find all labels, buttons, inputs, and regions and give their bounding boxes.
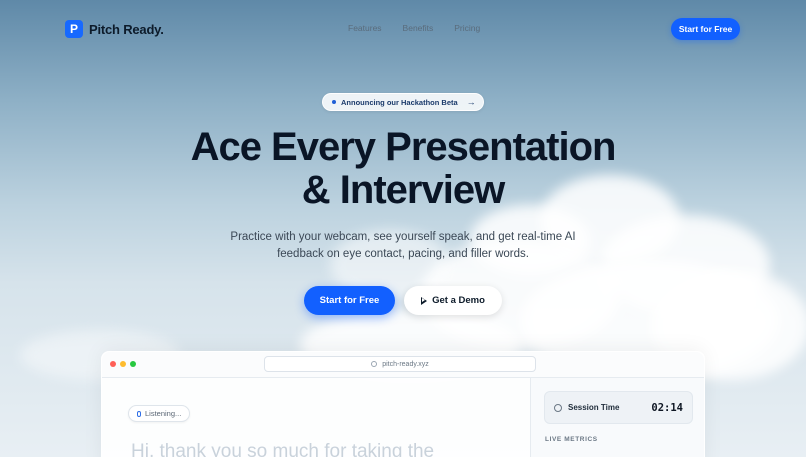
hero-actions: Start for Free Get a Demo <box>304 286 502 315</box>
announcement-dot-icon <box>332 100 336 104</box>
listening-text: Listening... <box>145 409 182 418</box>
app-preview-window: pitch-ready.xyz Listening... Hi, thank y… <box>101 351 705 457</box>
url-text: pitch-ready.xyz <box>382 360 429 368</box>
listening-badge: Listening... <box>128 405 191 422</box>
nav-link-pricing[interactable]: Pricing <box>454 23 480 33</box>
window-titlebar: pitch-ready.xyz <box>102 352 704 378</box>
get-demo-button[interactable]: Get a Demo <box>404 286 502 315</box>
nav-link-benefits[interactable]: Benefits <box>403 23 434 33</box>
close-dot-icon <box>110 361 116 367</box>
top-nav: P Pitch Ready. Features Benefits Pricing… <box>0 0 806 58</box>
hero-title-line-1: Ace Every Presentation <box>190 125 617 169</box>
minimize-dot-icon <box>120 361 126 367</box>
announcement-text: Announcing our Hackathon Beta <box>341 97 458 107</box>
globe-icon <box>371 361 378 367</box>
arrow-right-icon: → <box>466 97 476 107</box>
play-icon <box>421 296 428 305</box>
window-body: Listening... Hi, thank you so much for t… <box>102 378 704 457</box>
window-controls <box>110 361 136 367</box>
transcript-text: Hi, thank you so much for taking the <box>131 441 435 457</box>
nav-link-features[interactable]: Features <box>348 23 382 33</box>
hero-start-free-button[interactable]: Start for Free <box>304 286 395 315</box>
brand-logo-icon: P <box>65 20 83 38</box>
transcript-pane: Listening... Hi, thank you so much for t… <box>102 378 530 457</box>
mic-icon <box>137 410 141 417</box>
url-bar[interactable]: pitch-ready.xyz <box>264 356 536 372</box>
brand-name: Pitch Ready. <box>89 21 164 37</box>
announcement-pill[interactable]: Announcing our Hackathon Beta → <box>322 93 484 111</box>
session-time-value: 02:14 <box>651 401 683 414</box>
get-demo-label: Get a Demo <box>432 295 485 306</box>
hero-title-line-2: & Interview <box>301 168 505 212</box>
session-time-card: Session Time 02:14 <box>544 391 693 424</box>
live-metrics-label: LIVE METRICS <box>545 436 598 443</box>
brand[interactable]: P Pitch Ready. <box>65 20 164 38</box>
nav-start-free-button[interactable]: Start for Free <box>671 18 740 40</box>
session-time-label: Session Time <box>568 403 620 412</box>
hero-title: Ace Every Presentation & Interview <box>0 126 806 212</box>
nav-links: Features Benefits Pricing <box>348 23 480 33</box>
hero-subtitle: Practice with your webcam, see yourself … <box>230 231 576 260</box>
maximize-dot-icon <box>130 361 136 367</box>
timer-icon <box>554 403 562 412</box>
metrics-pane: Session Time 02:14 LIVE METRICS <box>530 378 704 457</box>
